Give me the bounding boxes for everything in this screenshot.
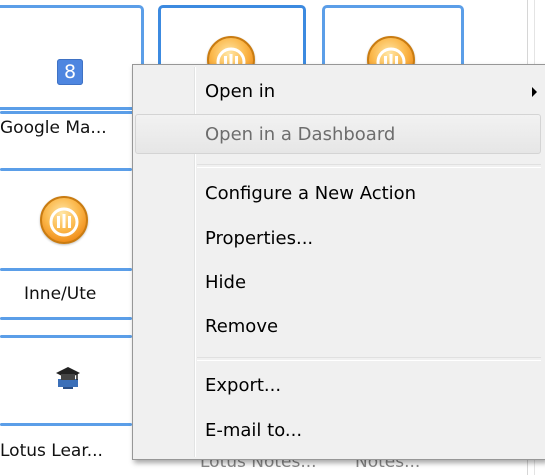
context-menu: Open in Open in a Dashboard Configure a … [132, 64, 545, 460]
menu-item-configure-new-action[interactable]: Configure a New Action [135, 174, 541, 214]
tile-label-underline [0, 268, 132, 271]
lotus-connections-icon [40, 196, 88, 244]
menu-separator [197, 357, 541, 361]
tile-google-maps[interactable]: 8 [0, 5, 144, 110]
tile-label-google-maps: Google Ma... [0, 118, 107, 138]
tile-top-line [0, 168, 132, 171]
menu-item-remove[interactable]: Remove [135, 307, 541, 347]
menu-item-label: Export... [205, 375, 282, 396]
menu-item-label: Properties... [205, 228, 314, 249]
menu-item-export[interactable]: Export... [135, 366, 541, 406]
menu-item-properties[interactable]: Properties... [135, 219, 541, 259]
tile-label-lotus-learning[interactable]: Lotus Lear... [0, 441, 132, 461]
menu-separator [197, 164, 541, 168]
menu-item-email-to[interactable]: E-mail to... [135, 411, 541, 451]
menu-item-hide[interactable]: Hide [135, 263, 541, 303]
tile-top-line [0, 335, 132, 338]
menu-item-label: E-mail to... [205, 420, 303, 441]
menu-item-open-in-dashboard[interactable]: Open in a Dashboard [135, 114, 541, 154]
menu-item-label: Remove [205, 316, 279, 337]
tile-label-underline [0, 423, 132, 426]
tile-label-underline [0, 111, 135, 114]
lotus-learning-icon [55, 365, 81, 391]
menu-item-label: Hide [205, 272, 247, 293]
desktop-stage: 8 Google Ma... Inne/Ute Lotus Lear... Lo… [0, 0, 545, 475]
google-maps-icon: 8 [57, 59, 83, 85]
menu-item-label: Open in [205, 81, 276, 102]
tile-label-inne-ute[interactable]: Inne/Ute [24, 284, 96, 304]
menu-item-label: Open in a Dashboard [205, 124, 396, 145]
tile-bottom-line [0, 317, 132, 320]
submenu-arrow-icon [532, 87, 537, 97]
menu-item-open-in[interactable]: Open in [135, 72, 541, 112]
menu-item-label: Configure a New Action [205, 183, 417, 204]
